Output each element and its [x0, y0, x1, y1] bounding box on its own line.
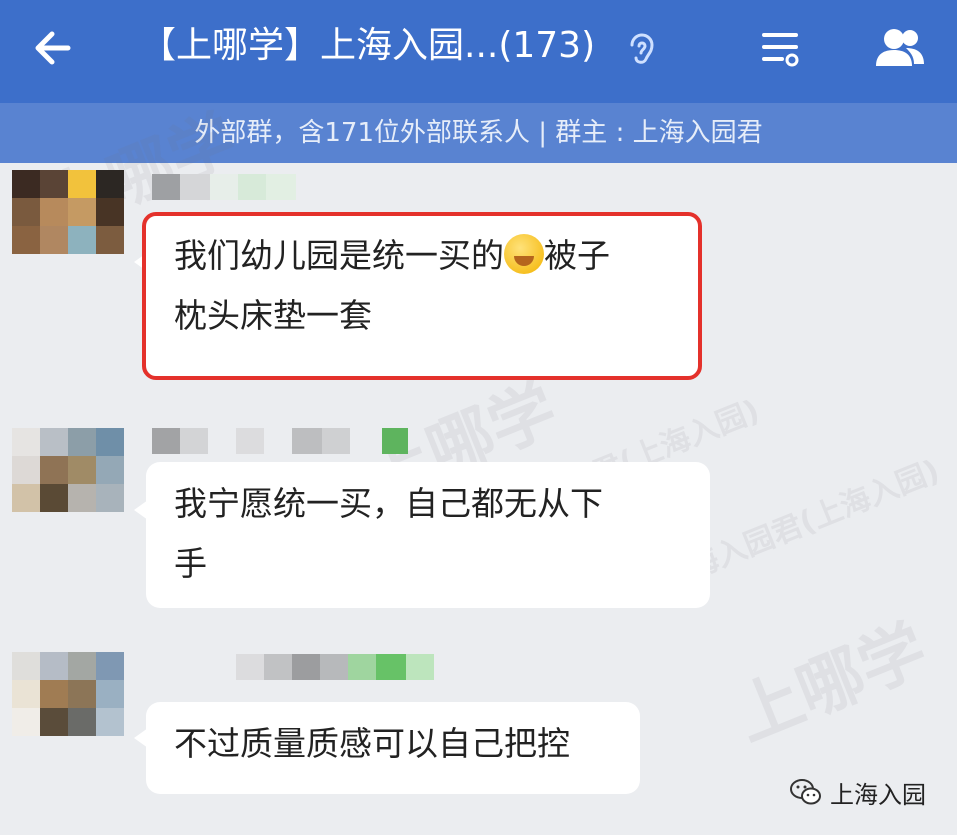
avatar[interactable]	[12, 170, 124, 254]
message-bubble[interactable]: 不过质量质感可以自己把控	[134, 702, 640, 794]
message-line: 手	[174, 544, 207, 583]
ear-icon	[630, 33, 654, 64]
sender-name	[152, 654, 452, 680]
chat-title[interactable]: 【上哪学】上海入园...(173)	[140, 22, 595, 70]
footer-brand: 上海入园	[790, 772, 926, 812]
message-2: 我宁愿统一买，自己都无从下 手	[0, 424, 957, 614]
wechat-icon	[790, 779, 821, 805]
message-line: 不过质量质感可以自己把控	[174, 724, 570, 763]
bubble-tail	[134, 728, 148, 748]
members-icon[interactable]	[870, 24, 930, 72]
highlight-box	[142, 212, 702, 380]
sender-name	[152, 174, 332, 200]
avatar[interactable]	[12, 652, 124, 736]
top-bar: 【上哪学】上海入园...(173)	[0, 0, 957, 103]
bubble-tail	[134, 500, 148, 520]
back-arrow-icon[interactable]	[28, 24, 76, 72]
message-line: 我宁愿统一买，自己都无从下	[174, 484, 603, 523]
sender-name	[152, 428, 412, 454]
settings-icon[interactable]	[756, 24, 804, 72]
message-bubble[interactable]: 我宁愿统一买，自己都无从下 手	[134, 462, 710, 608]
group-info-bar[interactable]: 外部群，含171位外部联系人 | 群主 : 上海入园君	[0, 103, 957, 163]
avatar[interactable]	[12, 428, 124, 512]
footer-brand-text: 上海入园	[830, 780, 926, 809]
